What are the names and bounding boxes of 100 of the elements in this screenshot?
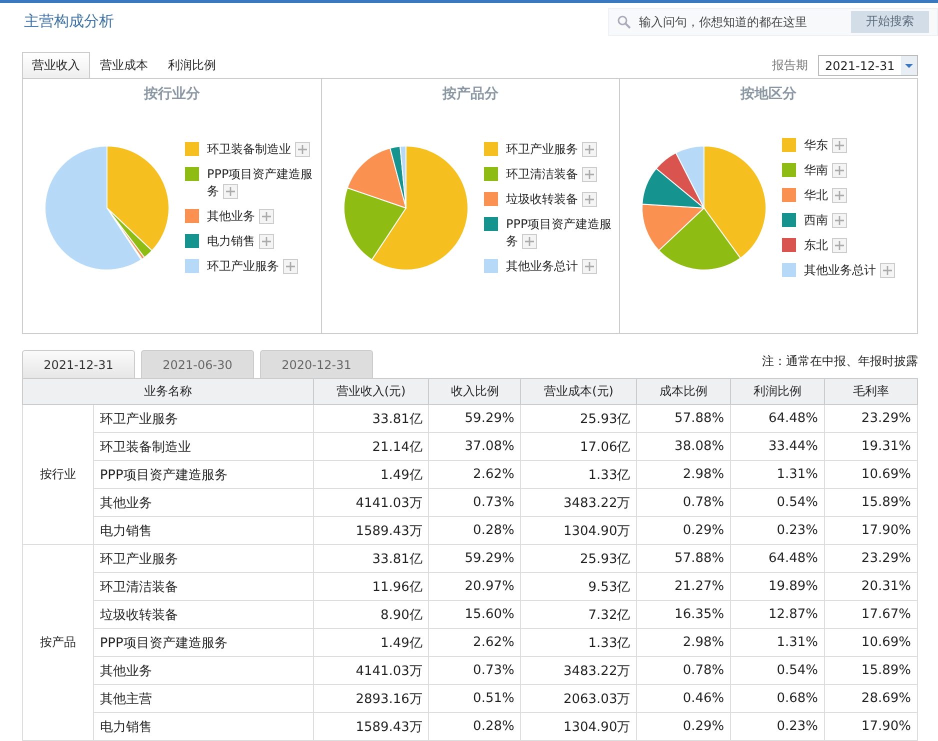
table-cell: 1.33亿 [520, 460, 637, 488]
table-cell: 1589.43万 [313, 712, 429, 740]
table-cell: 59.29% [428, 544, 521, 572]
table-cell: 电力销售 [93, 516, 314, 544]
expand-button[interactable] [582, 167, 597, 182]
table-cell: 0.73% [428, 656, 521, 684]
table-cell: 2.98% [636, 628, 731, 656]
table-cell: 57.88% [636, 544, 731, 572]
search-field[interactable]: 输入问句，你想知道的都在这里 开始搜索 [608, 8, 938, 36]
table-cell: 8.90亿 [313, 600, 429, 628]
group-cell: 按产品 [22, 544, 94, 740]
search-button[interactable]: 开始搜索 [851, 10, 929, 32]
date-tab[interactable]: 2021-06-30 [141, 350, 254, 378]
table-cell: 17.06亿 [520, 432, 637, 460]
table-cell: 59.29% [428, 404, 521, 432]
table-cell: 15.89% [824, 488, 918, 516]
page-title: 主营构成分析 [24, 12, 114, 31]
legend-label: 垃圾收转装备 [506, 191, 597, 208]
table-cell: PPP项目资产建造服务 [93, 628, 314, 656]
table-cell: 垃圾收转装备 [93, 600, 314, 628]
column-header: 营业收入(元) [313, 378, 429, 404]
table-cell: 10.69% [824, 460, 918, 488]
legend-label: 其他业务总计 [506, 258, 597, 275]
table-cell: 1.49亿 [313, 460, 429, 488]
expand-button[interactable] [259, 209, 274, 224]
table-cell: 环卫装备制造业 [93, 432, 314, 460]
column-header: 利润比例 [730, 378, 825, 404]
table-cell: 0.68% [730, 684, 825, 712]
tab[interactable]: 利润比例 [158, 52, 226, 78]
legend-label: 华东 [804, 137, 847, 154]
table-cell: 2063.03万 [520, 684, 637, 712]
expand-button[interactable] [832, 138, 847, 154]
expand-button[interactable] [582, 259, 597, 274]
table-cell: 15.60% [428, 600, 521, 628]
expand-button[interactable] [582, 192, 597, 208]
table-cell: 38.08% [636, 432, 731, 460]
legend-label: 华北 [804, 187, 847, 204]
expand-button[interactable] [832, 188, 847, 204]
table-cell: 0.28% [428, 712, 521, 740]
table-cell: 0.51% [428, 684, 521, 712]
table-cell: 0.29% [636, 516, 731, 544]
table-cell: 1304.90万 [520, 516, 637, 544]
period-select[interactable]: 2021-12-31 [818, 55, 918, 76]
table-cell: 环卫清洁装备 [93, 572, 314, 600]
table-cell: 0.23% [730, 516, 825, 544]
date-tab[interactable]: 2020-12-31 [260, 350, 373, 378]
expand-button[interactable] [582, 142, 597, 158]
tab[interactable]: 营业收入 [22, 52, 90, 78]
table-cell: 12.87% [730, 600, 825, 628]
expand-button[interactable] [880, 263, 895, 278]
expand-button[interactable] [295, 142, 310, 158]
table-cell: 2.62% [428, 628, 521, 656]
table-cell: 0.54% [730, 656, 825, 684]
table-cell: 33.81亿 [313, 544, 429, 572]
table-cell: 1.33亿 [520, 628, 637, 656]
table-cell: 0.78% [636, 488, 731, 516]
legend-label: 环卫清洁装备 [506, 166, 597, 183]
table-cell: 0.29% [636, 712, 731, 740]
legend-label: 环卫产业服务 [207, 258, 298, 275]
table-cell: 64.48% [730, 404, 825, 432]
period-label: 报告期 [772, 57, 808, 74]
expand-button[interactable] [259, 234, 274, 250]
expand-button[interactable] [832, 163, 847, 178]
legend-label: 华南 [804, 162, 847, 179]
table-cell: 0.23% [730, 712, 825, 740]
table-cell: 0.46% [636, 684, 731, 712]
expand-button[interactable] [832, 238, 847, 254]
expand-button[interactable] [223, 184, 238, 200]
column-header: 成本比例 [636, 378, 731, 404]
table-cell: 2893.16万 [313, 684, 429, 712]
table-cell: 25.93亿 [520, 404, 637, 432]
table-cell: PPP项目资产建造服务 [93, 460, 314, 488]
table-cell: 21.27% [636, 572, 731, 600]
legend-label: 电力销售 [207, 233, 274, 250]
group-cell: 按行业 [22, 404, 94, 544]
legend-label: PPP项目资产建造服务 [207, 166, 314, 200]
table-cell: 33.44% [730, 432, 825, 460]
expand-button[interactable] [832, 213, 847, 228]
date-tab[interactable]: 2021-12-31 [22, 350, 135, 378]
table-cell: 17.67% [824, 600, 918, 628]
table-cell: 20.97% [428, 572, 521, 600]
table-cell: 1.31% [730, 628, 825, 656]
legend-label: 其他业务 [207, 208, 274, 225]
table-cell: 环卫产业服务 [93, 404, 314, 432]
table-cell: 1589.43万 [313, 516, 429, 544]
chart-title: 按行业分 [144, 85, 200, 103]
table-cell: 4141.03万 [313, 656, 429, 684]
table-cell: 其他主营 [93, 684, 314, 712]
table-cell: 2.62% [428, 460, 521, 488]
table-cell: 33.81亿 [313, 404, 429, 432]
table-cell: 37.08% [428, 432, 521, 460]
table-cell: 16.35% [636, 600, 731, 628]
table-cell: 0.28% [428, 516, 521, 544]
tab[interactable]: 营业成本 [90, 52, 158, 78]
expand-button[interactable] [522, 234, 537, 250]
table-cell: 4141.03万 [313, 488, 429, 516]
legend-label: 其他业务总计 [804, 262, 895, 279]
expand-button[interactable] [283, 259, 298, 274]
table-cell: 28.69% [824, 684, 918, 712]
table-cell: 3483.22万 [520, 656, 637, 684]
